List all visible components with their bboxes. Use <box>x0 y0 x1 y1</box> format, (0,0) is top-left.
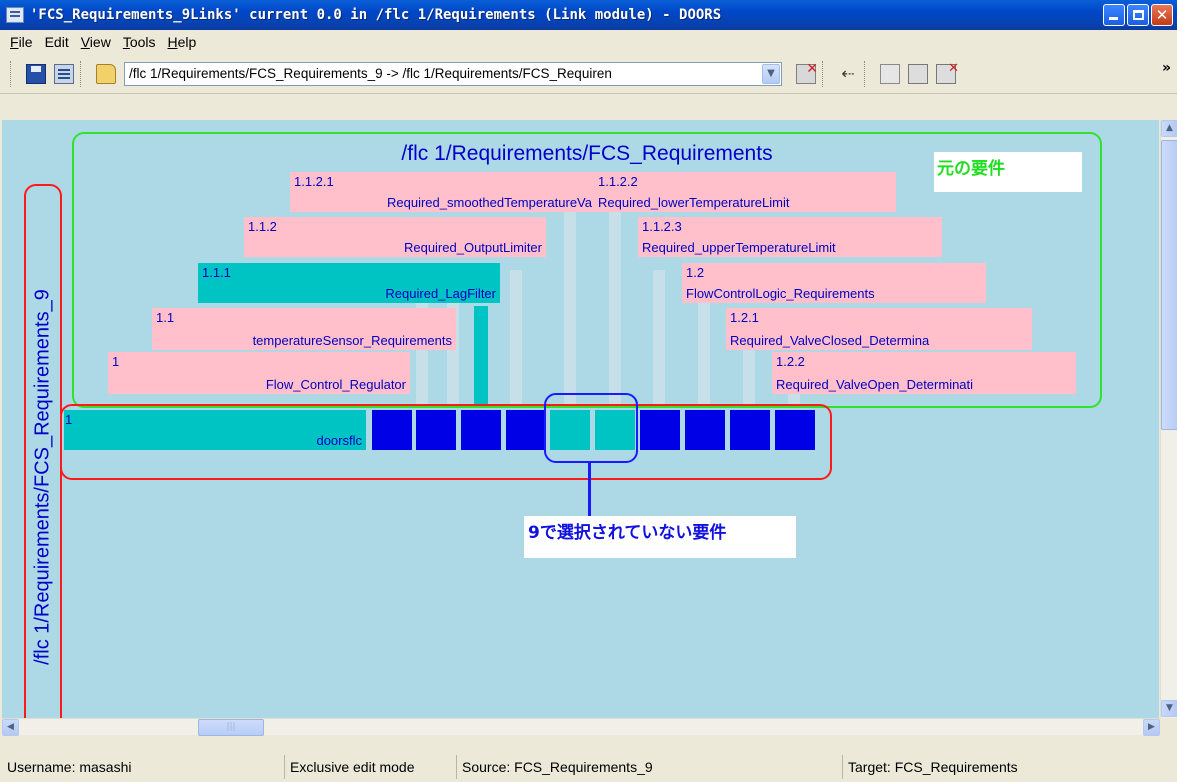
minimize-button[interactable] <box>1103 4 1125 26</box>
vertical-scroll-thumb[interactable] <box>1161 140 1177 430</box>
scroll-right-icon[interactable]: ▶ <box>1143 719 1160 736</box>
source-module-title: /flc 1/Requirements/FCS_Requirements_9 <box>31 289 54 665</box>
remove-link-icon[interactable] <box>936 61 959 84</box>
title-bar[interactable]: 'FCS_Requirements_9Links' current 0.0 in… <box>0 0 1177 30</box>
status-username: Username: masashi <box>7 759 132 775</box>
unselected-highlight-frame <box>544 393 638 463</box>
toolbar-grip[interactable] <box>80 60 84 87</box>
toolbar-grip[interactable] <box>864 60 868 87</box>
horizontal-scroll-thumb[interactable]: ||| <box>198 719 264 736</box>
menu-bar: File Edit View Tools Help <box>0 30 1177 54</box>
close-button[interactable]: ✕ <box>1151 4 1173 26</box>
maximize-icon <box>1133 10 1144 20</box>
link-icon[interactable]: ⇠ <box>838 64 858 84</box>
original-requirements-note: 元の要件 <box>934 152 1082 192</box>
maximize-button[interactable] <box>1127 4 1149 26</box>
minimize-icon <box>1109 17 1118 20</box>
status-target: Target: FCS_Requirements <box>842 755 1172 779</box>
window-title: 'FCS_Requirements_9Links' current 0.0 in… <box>30 7 722 23</box>
menu-edit[interactable]: Edit <box>41 34 77 50</box>
menu-view[interactable]: View <box>77 34 119 50</box>
scroll-left-icon[interactable]: ◀ <box>2 719 19 736</box>
scroll-down-icon[interactable]: ▼ <box>1161 700 1177 717</box>
status-source: Source: FCS_Requirements_9 <box>456 755 840 779</box>
menu-help[interactable]: Help <box>164 34 205 50</box>
save-icon[interactable] <box>26 63 46 84</box>
chevron-down-icon[interactable]: ▼ <box>762 63 780 84</box>
unselected-requirements-note: 9で選択されていない要件 <box>524 516 796 558</box>
status-mode: Exclusive edit mode <box>284 755 454 779</box>
close-icon: ✕ <box>1155 6 1169 24</box>
toolbar-overflow-icon[interactable]: » <box>1162 60 1171 76</box>
scroll-up-icon[interactable]: ▲ <box>1161 120 1177 137</box>
add-link-icon[interactable] <box>880 63 900 84</box>
open-linkset-icon[interactable] <box>96 63 116 84</box>
toolbar-grip[interactable] <box>10 60 14 87</box>
link-graph-canvas[interactable]: 1.1.2.1 Required_smoothedTemperatureVa 1… <box>2 120 1159 718</box>
linkset-select-value: /flc 1/Requirements/FCS_Requirements_9 -… <box>129 66 612 81</box>
canvas-top-strip <box>0 94 1160 120</box>
status-bar: Username: masashi Exclusive edit mode So… <box>0 753 1177 782</box>
menu-tools[interactable]: Tools <box>119 34 164 50</box>
doors-app-icon[interactable] <box>6 7 24 23</box>
source-row-frame <box>60 404 832 480</box>
toolbar: /flc 1/Requirements/FCS_Requirements_9 -… <box>0 54 1177 94</box>
horizontal-scrollbar[interactable]: ◀ ||| ▶ <box>2 718 1160 736</box>
module-properties-icon[interactable] <box>54 63 74 84</box>
link-properties-icon[interactable] <box>908 63 928 84</box>
linkset-select[interactable]: /flc 1/Requirements/FCS_Requirements_9 -… <box>124 61 782 86</box>
scroll-corner <box>1160 718 1177 735</box>
toolbar-grip[interactable] <box>822 60 826 87</box>
vertical-scrollbar[interactable]: ▲ ▼ <box>1160 120 1177 718</box>
callout-line <box>588 463 591 519</box>
menu-file[interactable]: File <box>6 34 41 50</box>
delete-linkset-icon[interactable] <box>796 61 818 84</box>
